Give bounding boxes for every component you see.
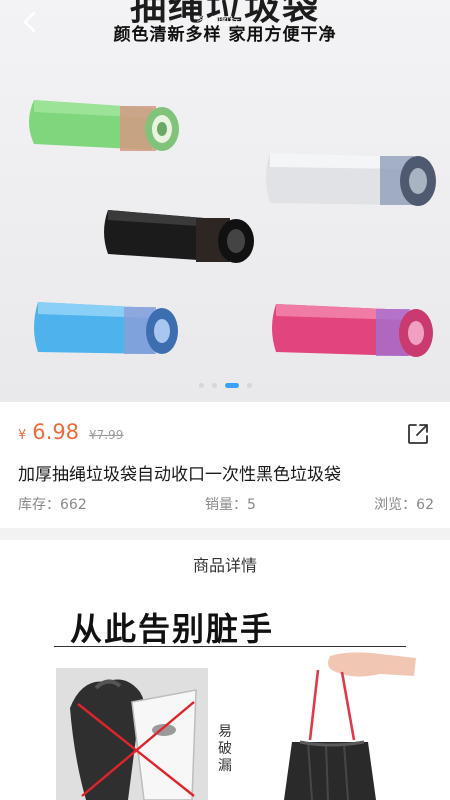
price-row: ¥ 6.98 ¥7.99 xyxy=(18,420,123,444)
carousel-dot[interactable] xyxy=(246,383,252,388)
watermark: 多多图标 xyxy=(196,15,240,28)
product-detail-image: 从此告别脏手 易破漏 xyxy=(0,590,450,800)
pink-bag-roll-image xyxy=(272,304,433,357)
green-bag-roll-image xyxy=(29,100,179,151)
sales-count: 销量：5 xyxy=(204,497,256,513)
poster-underline xyxy=(54,646,406,647)
product-page: 抽绳垃圾袋 颜色清新多样 家用方便干净 多多图标 ¥ 6.98 ¥7.99 加厚… xyxy=(0,0,450,800)
share-button[interactable] xyxy=(406,422,430,446)
current-price: 6.98 xyxy=(32,420,80,444)
product-info: ¥ 6.98 ¥7.99 加厚抽绳垃圾袋自动收口一次性黑色垃圾袋 库存：662 … xyxy=(0,402,450,528)
product-title: 加厚抽绳垃圾袋自动收口一次性黑色垃圾袋 xyxy=(18,465,341,485)
dirty-bin-photo xyxy=(56,668,208,800)
black-bag-roll-image xyxy=(104,210,254,263)
white-bag-roll-image xyxy=(266,153,436,206)
poster-headline: 从此告别脏手 xyxy=(70,610,275,648)
carousel-dot[interactable] xyxy=(198,383,204,388)
detail-section-title: 商品详情 xyxy=(192,556,257,575)
blue-bag-roll-image xyxy=(34,302,178,354)
drawstring-bag-photo xyxy=(284,652,416,800)
carousel-dot[interactable] xyxy=(211,383,217,388)
stock-count: 库存：662 xyxy=(18,497,87,513)
view-count: 浏览：62 xyxy=(374,497,434,513)
back-button[interactable] xyxy=(16,8,44,36)
back-arrow-icon xyxy=(23,11,36,33)
original-price: ¥7.99 xyxy=(89,428,124,442)
poster-side-note: 易破漏 xyxy=(218,724,232,774)
section-divider xyxy=(0,528,450,540)
carousel-dot-active[interactable] xyxy=(224,383,239,388)
product-image-carousel[interactable]: 抽绳垃圾袋 颜色清新多样 家用方便干净 多多图标 xyxy=(0,0,450,402)
carousel-indicator xyxy=(0,383,450,388)
currency-symbol: ¥ xyxy=(18,428,27,443)
product-stats: 库存：662 销量：5 浏览：62 xyxy=(18,494,434,514)
share-icon xyxy=(408,424,428,444)
